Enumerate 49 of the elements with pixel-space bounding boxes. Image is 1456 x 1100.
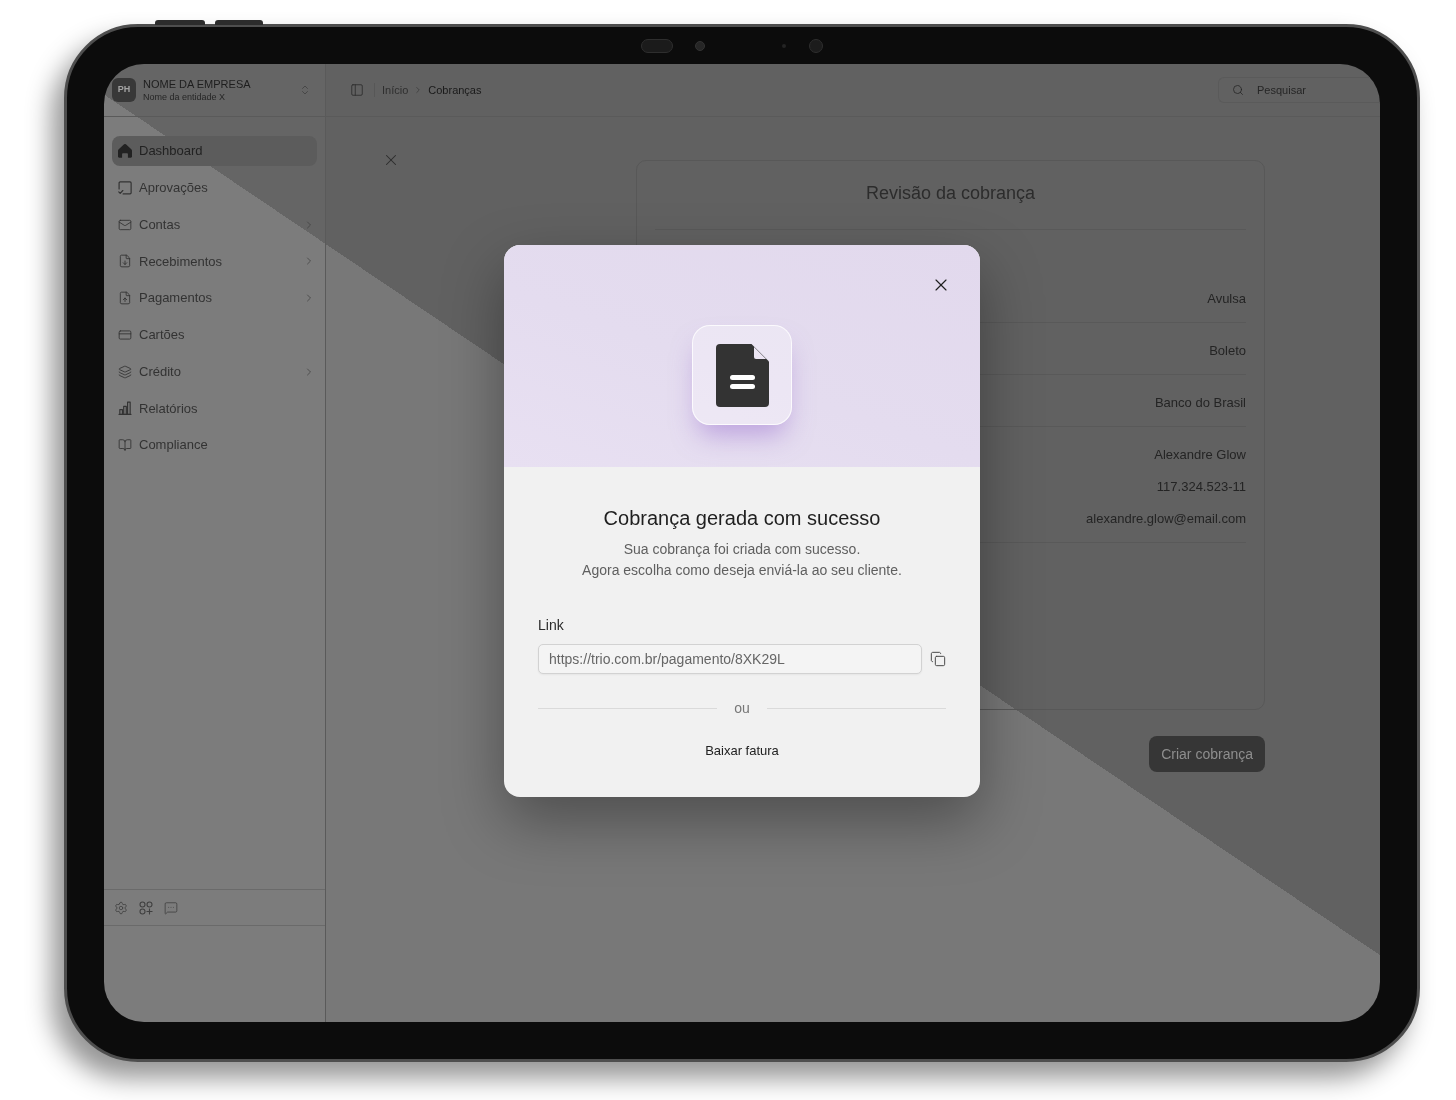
- sensor-pill-icon: [641, 39, 673, 53]
- sidebar-item[interactable]: Aprovações: [112, 172, 317, 203]
- search-icon: [1232, 84, 1244, 96]
- review-value: Banco do Brasil: [1154, 394, 1246, 412]
- hardware-button[interactable]: [155, 20, 205, 25]
- chat-icon[interactable]: [164, 900, 178, 915]
- sidebar-item[interactable]: Dashboard: [112, 136, 317, 166]
- check-square-icon: [118, 180, 132, 195]
- workspace-name: NOME DA EMPRESA: [143, 77, 251, 91]
- sidebar-item[interactable]: Cartões: [112, 319, 317, 350]
- download-invoice-link[interactable]: Baixar fatura: [693, 735, 791, 767]
- sidebar-item[interactable]: Crédito: [112, 356, 317, 387]
- field-label: Link: [538, 616, 564, 635]
- sidebar-item[interactable]: Compliance: [112, 430, 317, 460]
- sidebar-toggle-icon[interactable]: [350, 83, 364, 97]
- copy-icon: [930, 651, 946, 667]
- file-download-icon: [118, 254, 132, 269]
- document-icon: [692, 325, 792, 425]
- chevrons-up-down-icon[interactable]: [299, 84, 311, 96]
- review-value: 117.324.523-11: [1156, 478, 1246, 496]
- sidebar-item[interactable]: Pagamentos: [112, 283, 317, 313]
- sidebar-item[interactable]: Contas: [112, 209, 317, 240]
- credit-card-icon: [118, 327, 132, 342]
- divider-label: ou: [734, 699, 750, 718]
- search-field[interactable]: Pesquisar: [1218, 77, 1380, 103]
- review-value: Boleto: [1209, 342, 1246, 360]
- book-icon: [118, 438, 132, 452]
- breadcrumb-link[interactable]: Cobranças: [428, 83, 482, 97]
- create-charge-button[interactable]: Criar cobrança: [1149, 736, 1265, 772]
- dialog-message: Sua cobrança foi criada com sucesso. Agora escolha como deseja enviá-la ao seu cliente.: [581, 540, 903, 580]
- hardware-button[interactable]: [215, 20, 263, 25]
- workspace-avatar: PH: [112, 78, 136, 102]
- envelope-icon: [118, 217, 132, 232]
- review-value: Avulsa: [1207, 290, 1246, 308]
- review-value: Alexandre Glow: [1154, 446, 1246, 464]
- sidebar-item[interactable]: Recebimentos: [112, 246, 317, 277]
- camera-lens-icon: [695, 41, 705, 51]
- layers-icon: [118, 364, 132, 379]
- copy-button[interactable]: [930, 651, 946, 667]
- settings-icon[interactable]: [114, 900, 128, 915]
- review-value: alexandre.glow@email.com: [1086, 510, 1246, 528]
- bar-chart-icon: [118, 401, 132, 416]
- camera-lens-icon: [809, 39, 823, 53]
- link-field[interactable]: https://trio.com.br/pagamento/8XK29L: [538, 644, 922, 674]
- home-icon: [118, 144, 132, 158]
- dialog-title: Cobrança gerada com sucesso: [602, 506, 882, 531]
- sidebar-item[interactable]: Relatórios: [112, 393, 317, 424]
- add-apps-icon[interactable]: [139, 900, 153, 915]
- file-upload-icon: [118, 291, 132, 305]
